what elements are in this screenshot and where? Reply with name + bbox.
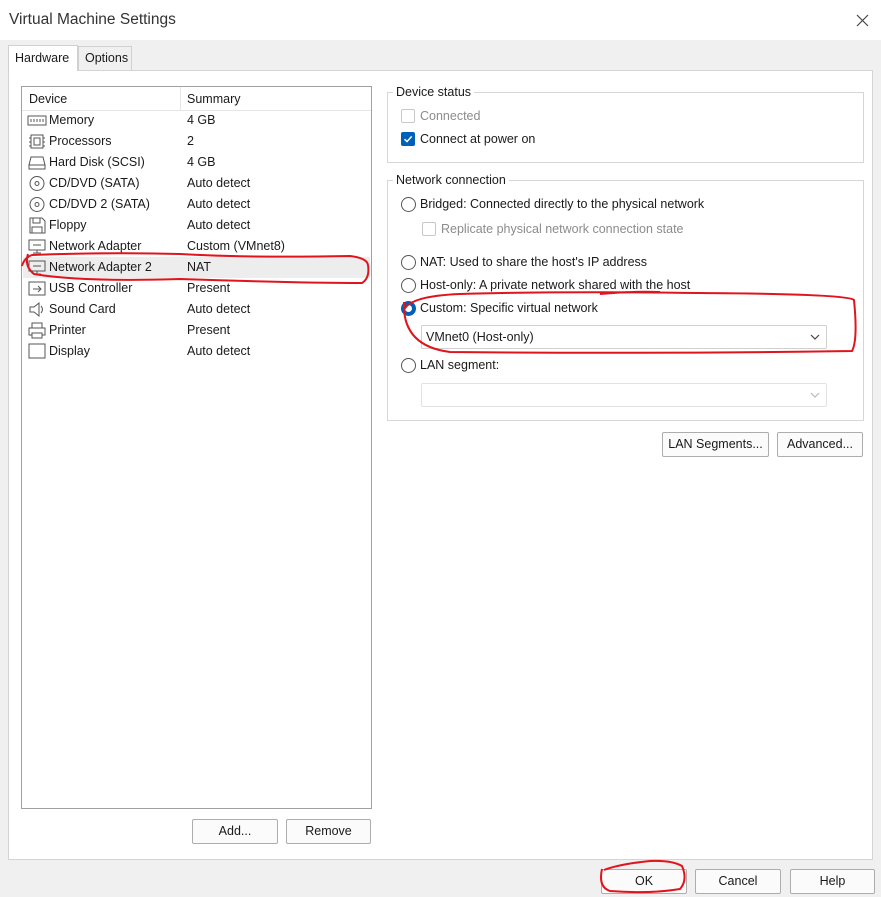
column-divider[interactable] xyxy=(180,87,181,111)
bridged-radio[interactable] xyxy=(401,197,416,212)
device-row-hard-disk[interactable]: Hard Disk (SCSI) 4 GB xyxy=(23,152,370,173)
tab-options[interactable]: Options xyxy=(78,46,132,70)
lan-segment-radio[interactable] xyxy=(401,358,416,373)
tab-hardware[interactable]: Hardware xyxy=(8,45,78,71)
device-name: Processors xyxy=(49,134,112,148)
add-button[interactable]: Add... xyxy=(192,819,278,844)
chevron-down-icon xyxy=(810,334,820,340)
title-bar: Virtual Machine Settings xyxy=(0,0,881,40)
close-icon[interactable] xyxy=(848,5,878,35)
help-button[interactable]: Help xyxy=(790,869,875,894)
custom-radio[interactable] xyxy=(401,301,416,316)
cd-dvd-icon xyxy=(29,197,45,212)
device-row-memory[interactable]: Memory 4 GB xyxy=(23,110,370,131)
device-status-group xyxy=(387,92,864,163)
nat-radio[interactable] xyxy=(401,255,416,270)
printer-icon xyxy=(28,322,46,339)
device-row-cd-dvd[interactable]: CD/DVD (SATA) Auto detect xyxy=(23,173,370,194)
device-name: Display xyxy=(49,344,90,358)
device-status-title: Device status xyxy=(393,85,475,99)
lan-segments-button[interactable]: LAN Segments... xyxy=(662,432,769,457)
device-row-cd-dvd-2[interactable]: CD/DVD 2 (SATA) Auto detect xyxy=(23,194,370,215)
display-icon xyxy=(28,343,46,359)
floppy-icon xyxy=(29,217,46,234)
connected-checkbox[interactable] xyxy=(401,109,415,123)
bridged-label: Bridged: Connected directly to the physi… xyxy=(420,197,705,211)
device-name: Sound Card xyxy=(49,302,116,316)
window-title: Virtual Machine Settings xyxy=(9,11,176,28)
advanced-button[interactable]: Advanced... xyxy=(777,432,863,457)
memory-icon xyxy=(27,115,47,126)
device-list[interactable]: Device Summary Memory 4 GB Processors 2 … xyxy=(21,86,372,809)
device-summary: Auto detect xyxy=(187,218,251,232)
cd-dvd-icon xyxy=(29,176,45,191)
speaker-icon xyxy=(29,301,43,318)
device-summary: Auto detect xyxy=(187,344,251,358)
device-name: Network Adapter 2 xyxy=(49,260,152,274)
device-summary: Present xyxy=(187,323,231,337)
device-list-header: Device Summary xyxy=(22,87,371,111)
device-row-usb-controller[interactable]: USB Controller Present xyxy=(23,278,370,299)
network-adapter-icon xyxy=(28,239,46,254)
host-only-label: Host-only: A private network shared with… xyxy=(420,278,691,292)
device-row-network-adapter-2[interactable]: Network Adapter 2 NAT xyxy=(23,257,370,278)
usb-icon xyxy=(28,281,46,296)
device-row-processors[interactable]: Processors 2 xyxy=(23,131,370,152)
device-name: CD/DVD (SATA) xyxy=(49,176,140,190)
network-connection-title: Network connection xyxy=(393,173,509,187)
device-summary: NAT xyxy=(187,260,212,274)
network-adapter-icon xyxy=(28,260,46,275)
custom-network-dropdown[interactable]: VMnet0 (Host-only) xyxy=(421,325,827,349)
device-summary: 4 GB xyxy=(187,113,216,127)
device-row-sound-card[interactable]: Sound Card Auto detect xyxy=(23,299,370,320)
host-only-radio[interactable] xyxy=(401,278,416,293)
nat-label: NAT: Used to share the host's IP address xyxy=(420,255,648,269)
device-summary: 4 GB xyxy=(187,155,216,169)
device-summary: Present xyxy=(187,281,231,295)
device-summary: Auto detect xyxy=(187,176,251,190)
column-header-device[interactable]: Device xyxy=(29,92,67,106)
chevron-down-icon xyxy=(810,392,820,398)
device-name: Printer xyxy=(49,323,86,337)
device-row-printer[interactable]: Printer Present xyxy=(23,320,370,341)
device-name: Floppy xyxy=(49,218,87,232)
cancel-button[interactable]: Cancel xyxy=(695,869,781,894)
device-row-network-adapter[interactable]: Network Adapter Custom (VMnet8) xyxy=(23,236,370,257)
connect-at-power-on-checkbox[interactable] xyxy=(401,132,415,146)
lan-segment-label: LAN segment: xyxy=(420,358,500,372)
device-name: USB Controller xyxy=(49,281,133,295)
device-row-floppy[interactable]: Floppy Auto detect xyxy=(23,215,370,236)
device-row-display[interactable]: Display Auto detect xyxy=(23,341,370,362)
checkmark-icon xyxy=(403,135,413,143)
device-summary: 2 xyxy=(187,134,194,148)
custom-label: Custom: Specific virtual network xyxy=(420,301,598,315)
processor-icon xyxy=(29,134,45,149)
replicate-checkbox[interactable] xyxy=(422,222,436,236)
column-header-summary[interactable]: Summary xyxy=(187,92,240,106)
device-name: Network Adapter xyxy=(49,239,142,253)
replicate-label: Replicate physical network connection st… xyxy=(441,222,684,236)
device-summary: Auto detect xyxy=(187,302,251,316)
device-name: Memory xyxy=(49,113,95,127)
device-summary: Auto detect xyxy=(187,197,251,211)
device-name: Hard Disk (SCSI) xyxy=(49,155,145,169)
custom-network-value: VMnet0 (Host-only) xyxy=(426,330,534,344)
device-name: CD/DVD 2 (SATA) xyxy=(49,197,150,211)
remove-button[interactable]: Remove xyxy=(286,819,371,844)
ok-button[interactable]: OK xyxy=(601,869,687,894)
hard-disk-icon xyxy=(28,156,46,170)
device-summary: Custom (VMnet8) xyxy=(187,239,285,253)
lan-segment-dropdown[interactable] xyxy=(421,383,827,407)
connect-at-power-on-label: Connect at power on xyxy=(420,132,536,146)
connected-label: Connected xyxy=(420,109,481,123)
